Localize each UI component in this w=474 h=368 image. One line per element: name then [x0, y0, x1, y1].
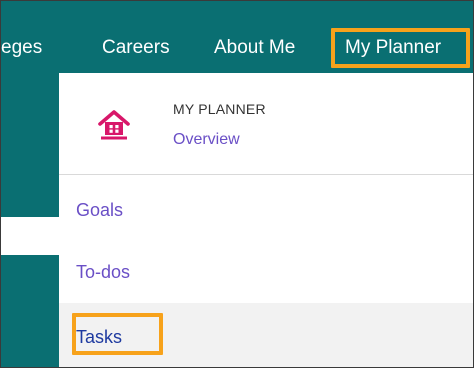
tasks-highlight-box — [72, 313, 163, 355]
goals-label: Goals — [76, 200, 124, 220]
overview-link[interactable]: Overview — [173, 131, 240, 149]
dropdown-item-to-dos[interactable]: To-dos — [59, 241, 473, 303]
nav-item-careers[interactable]: Careers — [102, 36, 170, 60]
dropdown-header: MY PLANNER Overview — [59, 73, 473, 175]
dropdown-title: MY PLANNER — [173, 101, 266, 117]
house-icon — [98, 110, 130, 140]
screenshot-frame: eges Careers About Me My Planner MY PLAN… — [0, 0, 474, 368]
nav-item-colleges[interactable]: eges — [1, 36, 42, 60]
nav-item-about-me[interactable]: About Me — [214, 36, 295, 60]
to-dos-label: To-dos — [76, 262, 131, 282]
background-content-strip — [1, 217, 59, 255]
dropdown-item-goals[interactable]: Goals — [59, 181, 473, 243]
my-planner-highlight-box — [331, 28, 470, 68]
